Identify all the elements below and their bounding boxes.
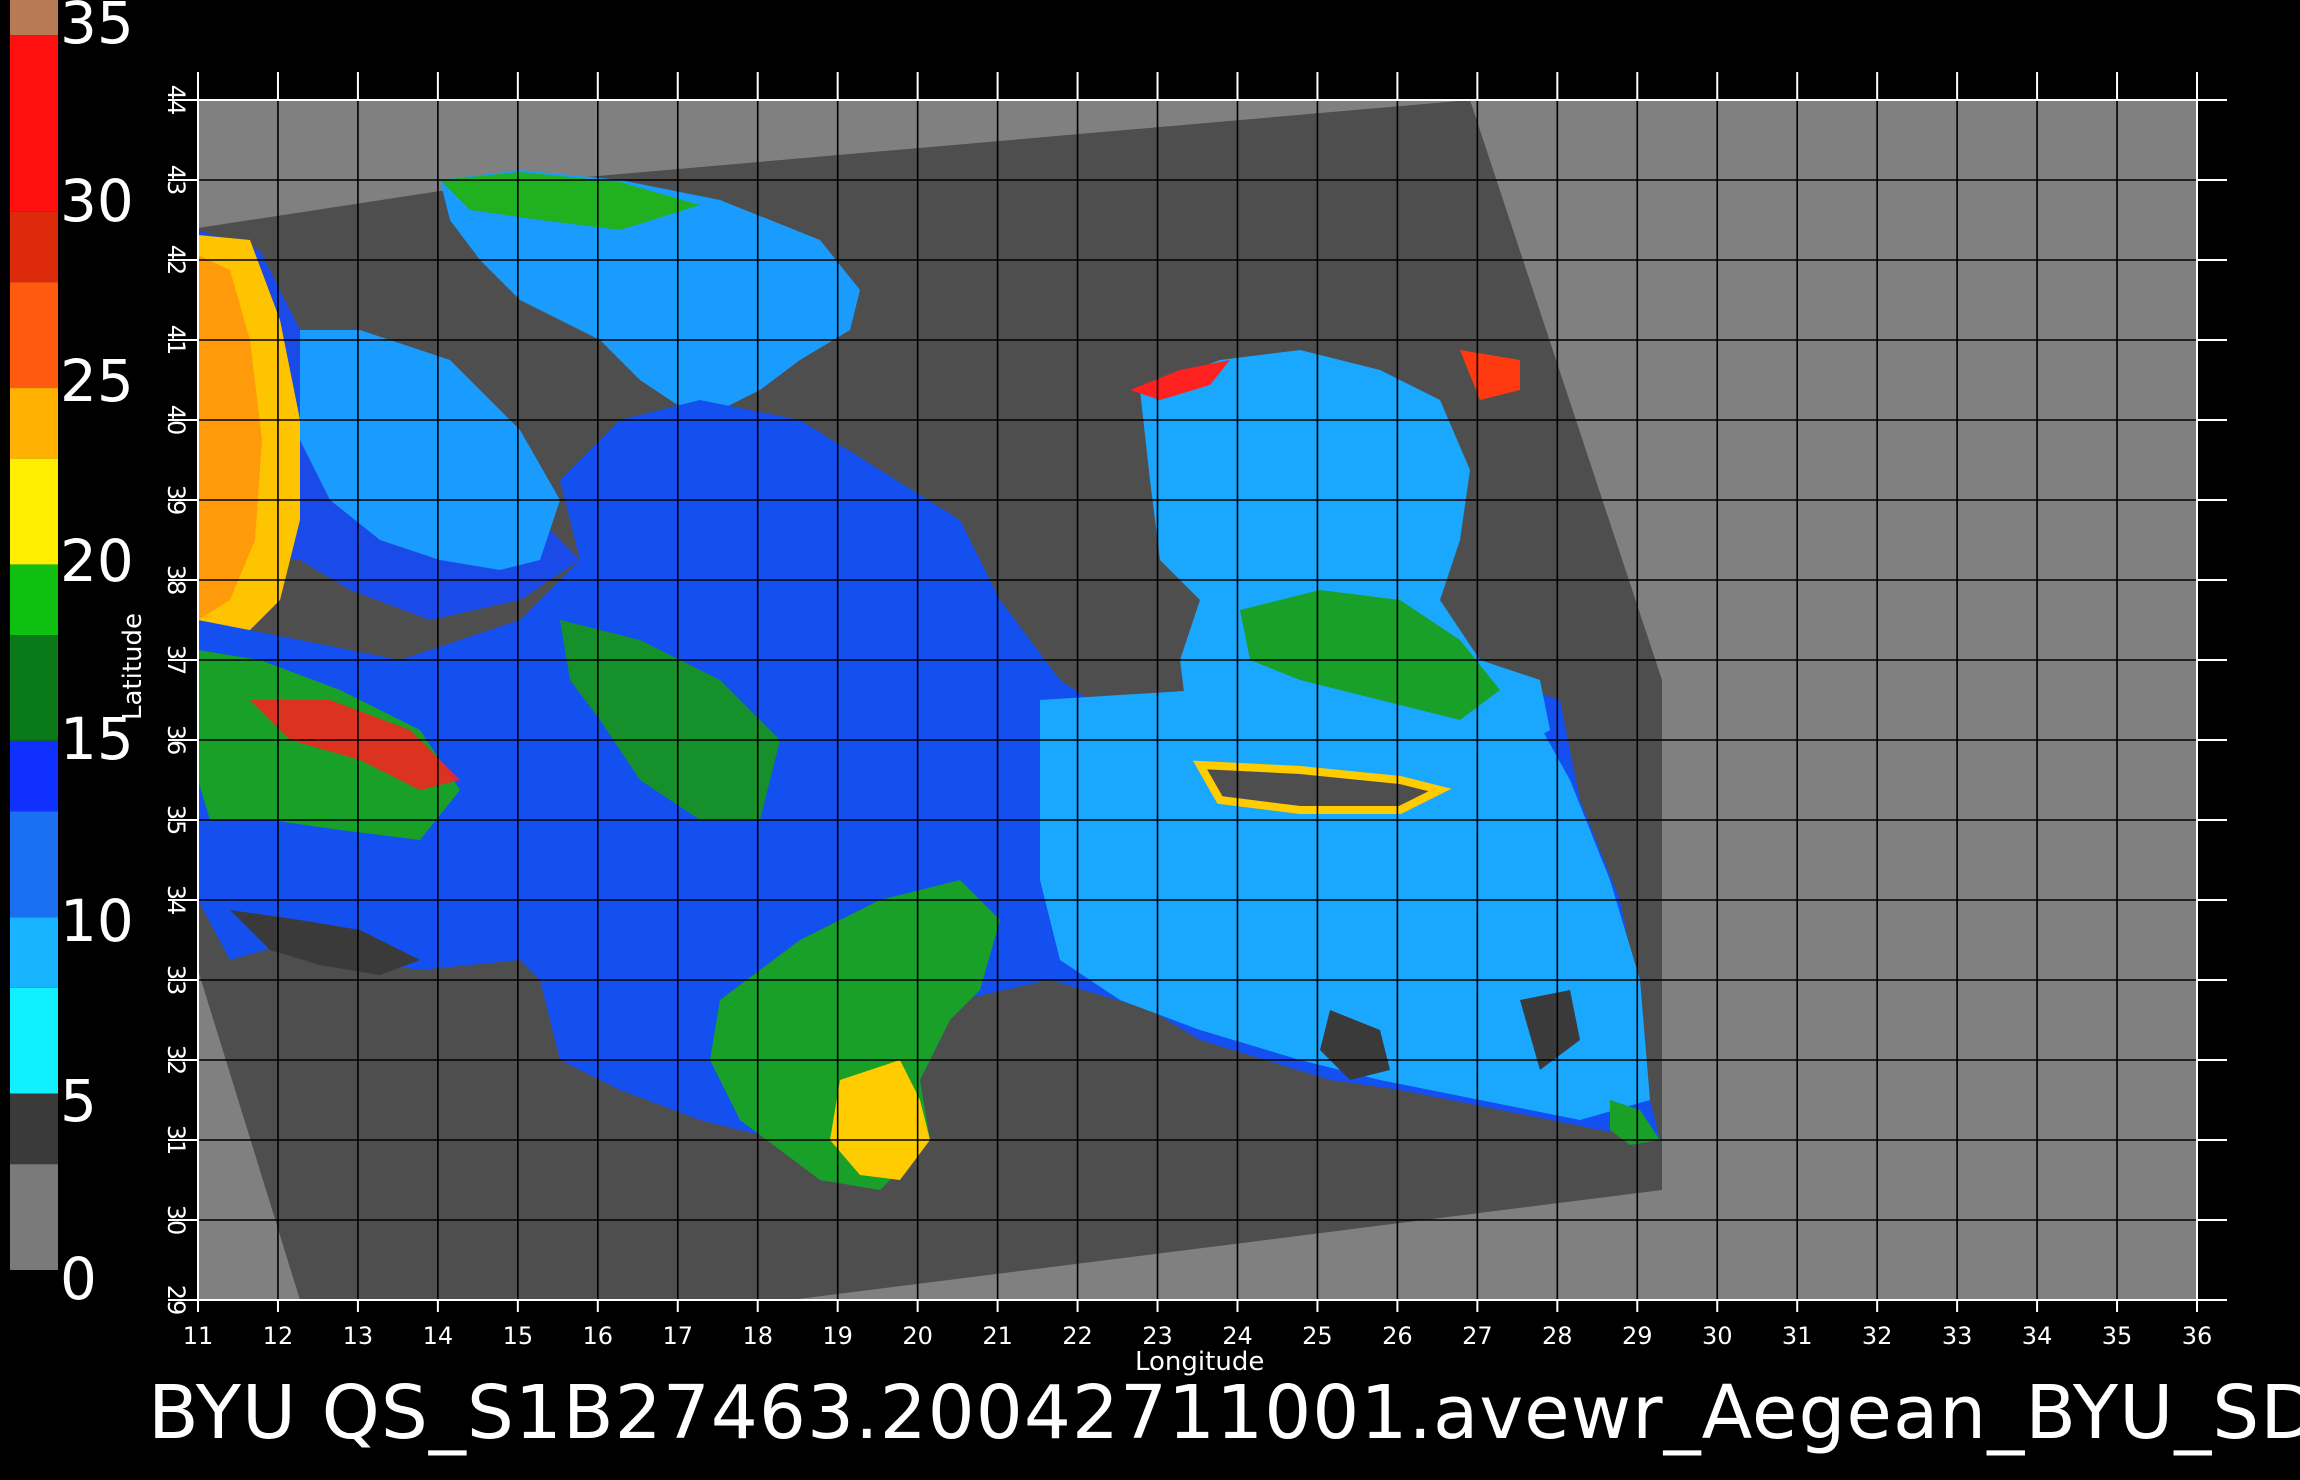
lat-tick-label: 35 [162, 805, 190, 836]
lon-tick-label: 23 [1142, 1322, 1173, 1350]
latitude-tick-labels: 29 30 31 32 33 34 35 36 37 38 39 40 41 42 43 44 [162, 85, 190, 1316]
lon-tick-label: 18 [742, 1322, 773, 1350]
lat-tick-label: 39 [162, 485, 190, 516]
lon-tick-label: 19 [822, 1322, 853, 1350]
lon-tick-label: 27 [1462, 1322, 1493, 1350]
lat-tick-label: 30 [162, 1205, 190, 1236]
lat-tick-label: 42 [162, 245, 190, 276]
lat-tick-label: 43 [162, 165, 190, 196]
lon-tick-label: 14 [423, 1322, 454, 1350]
lon-tick-label: 22 [1062, 1322, 1093, 1350]
lat-tick-label: 31 [162, 1125, 190, 1156]
lon-tick-label: 34 [2022, 1322, 2053, 1350]
image-caption: BYU QS_S1B27463.20042711001.avewr_Aegean… [148, 1370, 2300, 1456]
lon-tick-label: 13 [343, 1322, 374, 1350]
lat-tick-label: 44 [162, 85, 190, 116]
y-axis-title: Latitude [118, 612, 148, 720]
lon-tick-label: 17 [662, 1322, 693, 1350]
lat-tick-label: 34 [162, 885, 190, 916]
lon-tick-label: 24 [1222, 1322, 1253, 1350]
lat-tick-label: 29 [162, 1285, 190, 1316]
longitude-tick-labels: 11 12 13 14 15 16 17 18 19 20 21 22 23 24 25 26 27 28 29 30… [183, 1322, 2213, 1350]
lon-tick-label: 36 [2182, 1322, 2213, 1350]
lon-tick-label: 25 [1302, 1322, 1333, 1350]
lat-tick-label: 40 [162, 405, 190, 436]
lon-tick-label: 30 [1702, 1322, 1733, 1350]
lon-tick-label: 15 [503, 1322, 534, 1350]
lon-tick-label: 12 [263, 1322, 294, 1350]
lon-tick-label: 26 [1382, 1322, 1413, 1350]
lon-tick-label: 28 [1542, 1322, 1573, 1350]
lon-tick-label: 31 [1782, 1322, 1813, 1350]
lat-tick-label: 36 [162, 725, 190, 756]
lat-tick-label: 33 [162, 965, 190, 996]
lat-tick-label: 32 [162, 1045, 190, 1076]
lat-tick-label: 37 [162, 645, 190, 676]
lon-tick-label: 20 [902, 1322, 933, 1350]
lat-tick-label: 38 [162, 565, 190, 596]
lon-tick-label: 16 [583, 1322, 614, 1350]
lat-tick-label: 41 [162, 325, 190, 356]
lon-tick-label: 21 [982, 1322, 1013, 1350]
lon-tick-label: 33 [1942, 1322, 1973, 1350]
lon-tick-label: 29 [1622, 1322, 1653, 1350]
lon-tick-label: 11 [183, 1322, 214, 1350]
lon-tick-label: 32 [1862, 1322, 1893, 1350]
wind-speed-map: 11 12 13 14 15 16 17 18 19 20 21 22 23 24 25 26 27 28 29 30… [162, 72, 2227, 1350]
lon-tick-label: 35 [2102, 1322, 2133, 1350]
